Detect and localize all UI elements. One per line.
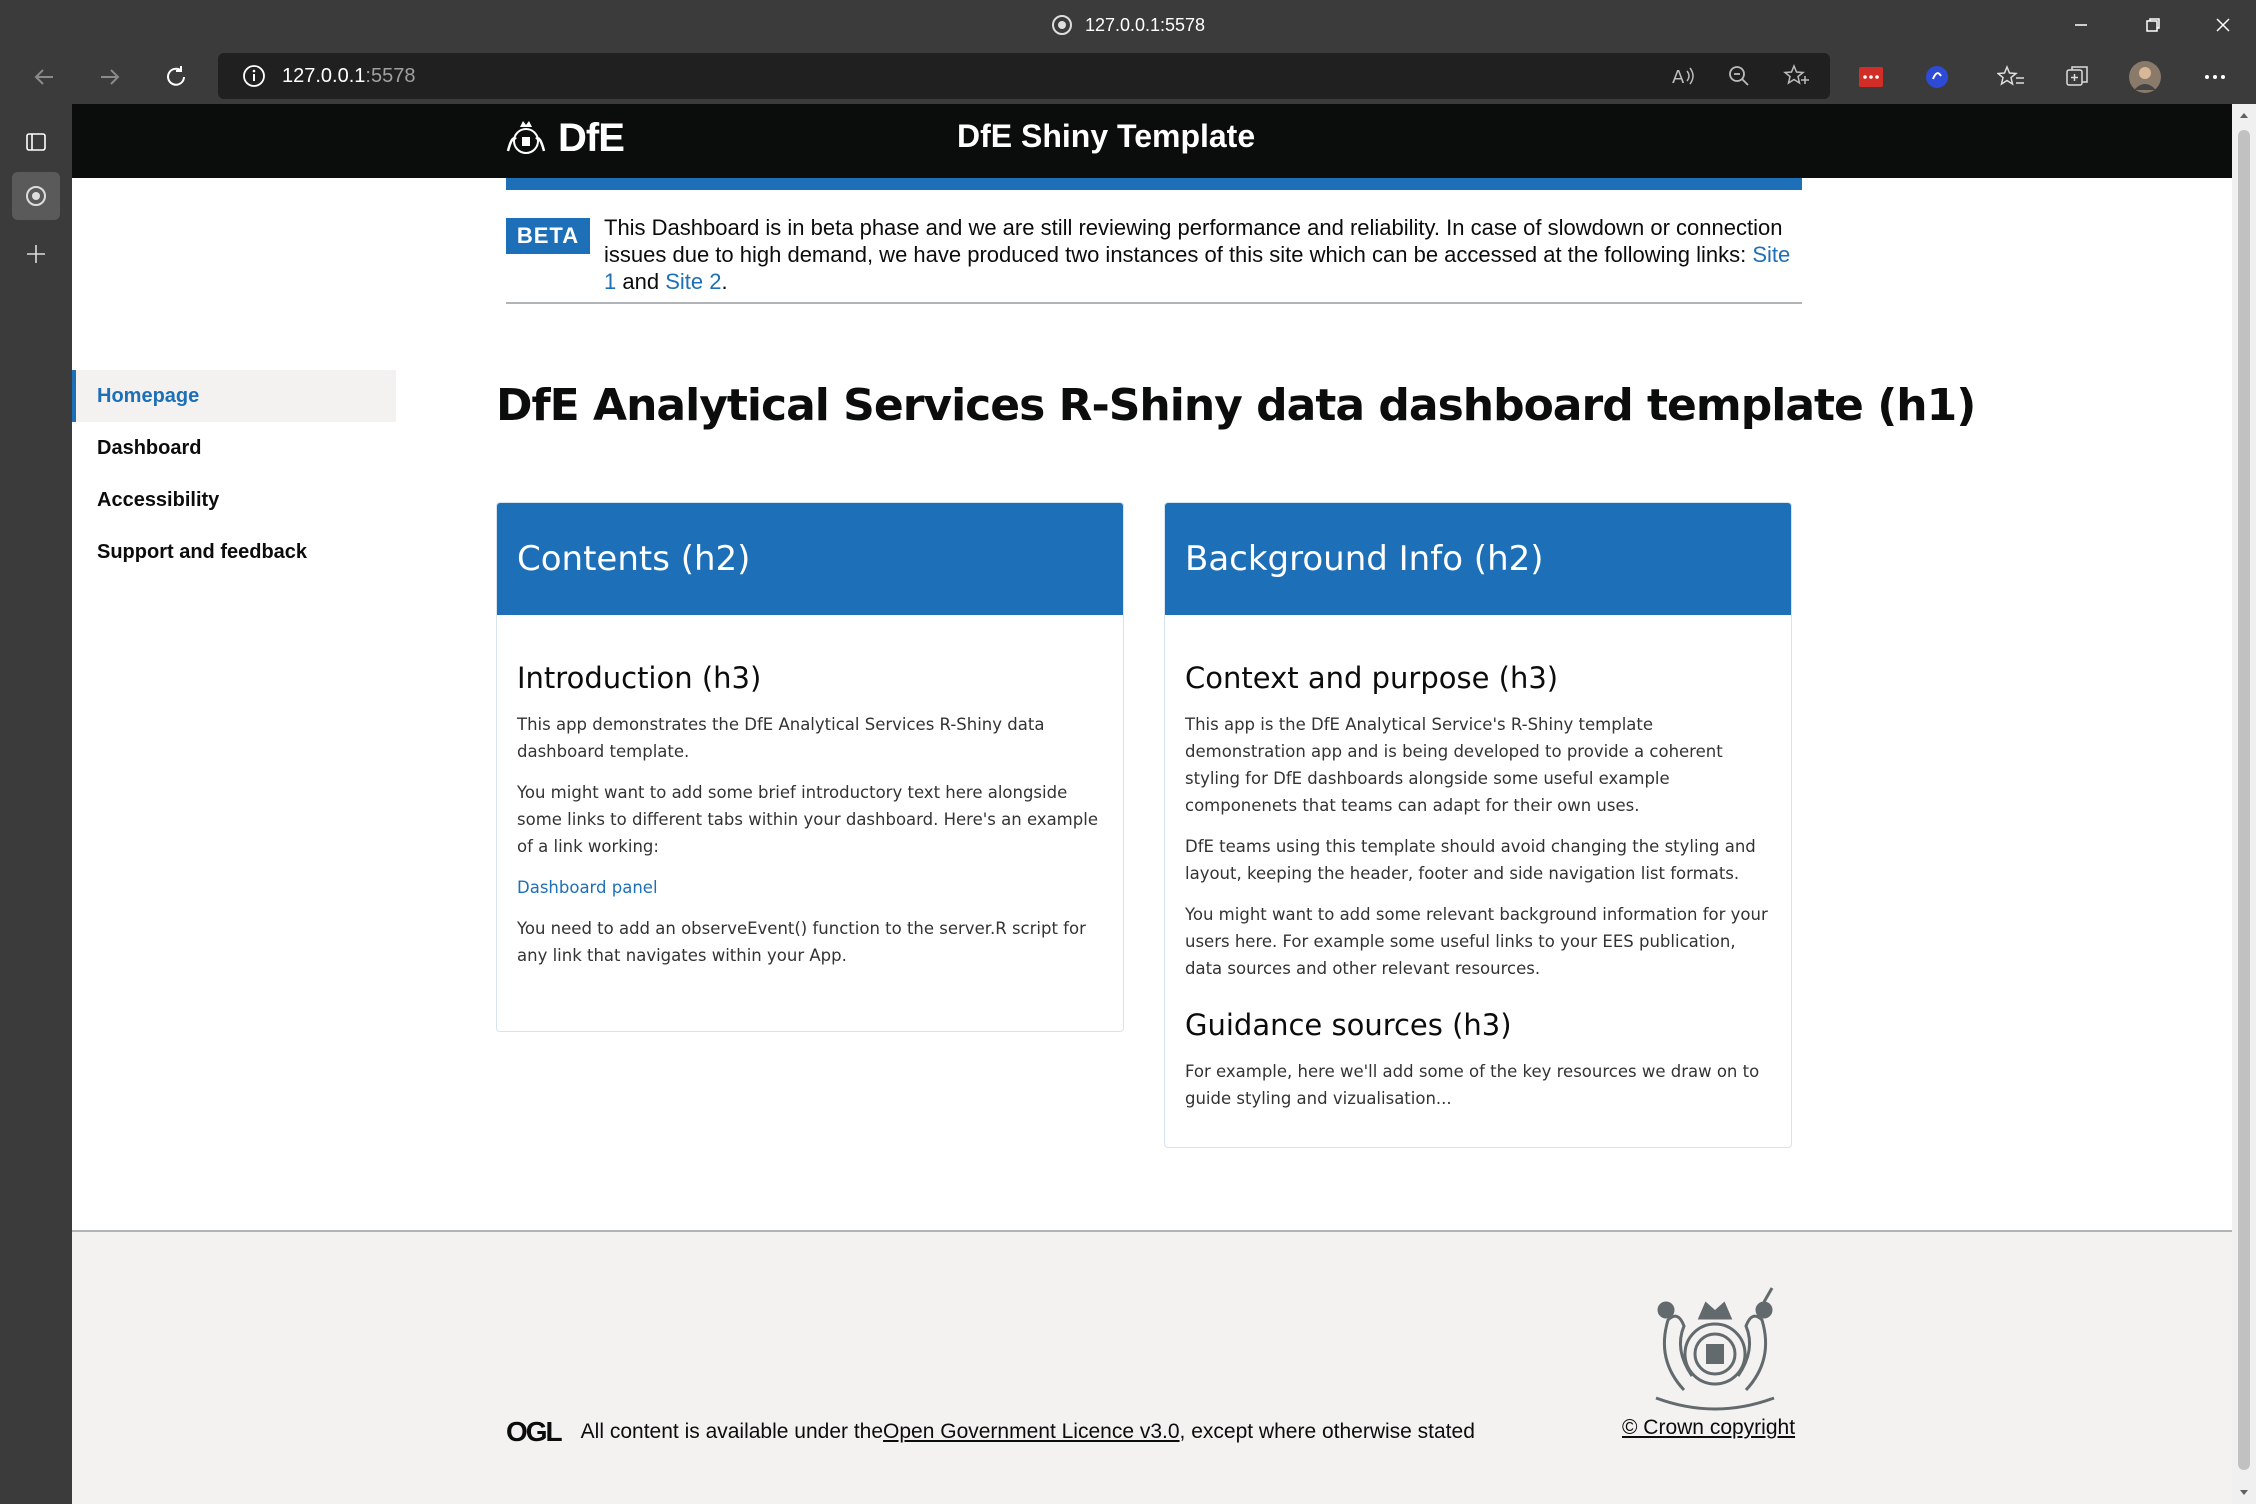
restore-button[interactable] bbox=[2120, 0, 2186, 50]
close-icon bbox=[2216, 18, 2230, 32]
new-tab-button[interactable] bbox=[12, 230, 60, 278]
nav-item-dashboard[interactable]: Dashboard bbox=[72, 422, 396, 474]
lastpass-icon bbox=[1859, 67, 1883, 87]
beta-banner-row: BETA This Dashboard is in beta phase and… bbox=[506, 190, 1802, 304]
minimize-button[interactable] bbox=[2048, 0, 2114, 50]
page-footer bbox=[72, 1230, 2232, 1504]
extension-lastpass-button[interactable] bbox=[1842, 50, 1900, 104]
guidance-paragraph: For example, here we'll add some of the … bbox=[1185, 1062, 1760, 1108]
context-paragraph-3: You might want to add some relevant back… bbox=[1185, 905, 1768, 978]
window-title-text: 127.0.0.1:5578 bbox=[1084, 14, 1206, 35]
nav-item-homepage[interactable]: Homepage bbox=[72, 370, 396, 422]
nav-item-support-and-feedback[interactable]: Support and feedback bbox=[72, 526, 396, 578]
scroll-down-arrow-icon[interactable] bbox=[2232, 1482, 2256, 1504]
service-name[interactable]: DfE Shiny Template bbox=[957, 118, 1255, 155]
dashboard-panel-link[interactable]: Dashboard panel bbox=[517, 878, 658, 897]
window-title: 127.0.0.1:5578 bbox=[0, 0, 2256, 50]
site-favicon-icon bbox=[1051, 15, 1072, 35]
licence-text-before: All content is available under the bbox=[580, 1420, 884, 1443]
site-info-icon[interactable] bbox=[242, 64, 266, 88]
context-purpose-heading: Context and purpose (h3) bbox=[1185, 661, 1559, 695]
beta-banner: BETA This Dashboard is in beta phase and… bbox=[506, 178, 1802, 304]
dfe-logo-text: DfE bbox=[558, 116, 625, 160]
licence-text-after: , except where otherwise stated bbox=[1179, 1420, 1475, 1443]
contents-card-heading: Contents (h2) bbox=[497, 503, 1123, 615]
page-scrollbar[interactable] bbox=[2232, 104, 2256, 1504]
footer-licence: OGL All content is available under the O… bbox=[506, 1416, 1475, 1448]
more-options-icon bbox=[2205, 75, 2225, 79]
tab-current[interactable] bbox=[12, 172, 60, 220]
forward-button[interactable] bbox=[80, 50, 140, 104]
refresh-icon bbox=[167, 66, 185, 86]
crest-icon bbox=[506, 120, 546, 154]
minimize-icon bbox=[2075, 24, 2087, 26]
zoom-out-icon[interactable] bbox=[1726, 63, 1752, 89]
add-favorite-icon[interactable] bbox=[1782, 63, 1810, 89]
site-favicon-icon bbox=[26, 186, 46, 206]
forward-arrow-icon bbox=[101, 69, 120, 85]
address-bar[interactable]: 127.0.0.1:5578 A bbox=[218, 53, 1830, 99]
vertical-tab-strip bbox=[0, 104, 72, 1504]
favorites-button[interactable] bbox=[1982, 50, 2040, 104]
back-arrow-icon bbox=[34, 69, 53, 85]
background-card-body: Context and purpose (h3) This app is the… bbox=[1165, 615, 1791, 1146]
intro-paragraph-2: You might want to add some brief introdu… bbox=[517, 783, 1098, 856]
browser-titlebar: 127.0.0.1:5578 bbox=[0, 0, 2256, 50]
guidance-sources-heading: Guidance sources (h3) bbox=[1185, 1008, 1512, 1042]
read-aloud-icon[interactable]: A bbox=[1670, 63, 1696, 89]
dfe-header: DfE DfE Shiny Template bbox=[72, 104, 2232, 178]
beta-tag: BETA bbox=[506, 218, 590, 254]
close-window-button[interactable] bbox=[2190, 0, 2256, 50]
dfe-logo-link[interactable]: DfE bbox=[504, 116, 625, 161]
extension-shield-icon bbox=[1926, 66, 1948, 88]
introduction-heading: Introduction (h3) bbox=[517, 661, 762, 695]
collections-icon bbox=[2066, 66, 2088, 86]
refresh-button[interactable] bbox=[146, 50, 206, 104]
context-paragraph-1: This app is the DfE Analytical Service's… bbox=[1185, 715, 1723, 815]
page-viewport: DfE DfE Shiny Template BETA This Dashboa… bbox=[72, 104, 2232, 1504]
extension-button[interactable] bbox=[1908, 50, 1966, 104]
contents-card-body: Introduction (h3) This app demonstrates … bbox=[497, 615, 1123, 1003]
ogl-logo: OGL bbox=[506, 1416, 563, 1447]
settings-menu-button[interactable] bbox=[2186, 50, 2244, 104]
tab-actions-icon bbox=[26, 133, 46, 151]
royal-coat-of-arms-icon bbox=[1655, 1287, 1775, 1411]
intro-paragraph-3: You need to add an observeEvent() functi… bbox=[517, 919, 1086, 965]
tab-actions-button[interactable] bbox=[12, 118, 60, 166]
svg-text:A: A bbox=[1672, 67, 1685, 88]
avatar bbox=[2129, 61, 2161, 93]
beta-message: This Dashboard is in beta phase and we a… bbox=[604, 215, 1791, 294]
collections-button[interactable] bbox=[2048, 50, 2106, 104]
site-2-link[interactable]: Site 2 bbox=[665, 269, 721, 294]
open-government-licence-link[interactable]: Open Government Licence v3.0 bbox=[883, 1420, 1180, 1444]
crown-copyright-link[interactable]: © Crown copyright bbox=[1622, 1416, 1795, 1440]
profile-button[interactable] bbox=[2116, 50, 2174, 104]
intro-paragraph-1: This app demonstrates the DfE Analytical… bbox=[517, 715, 1045, 761]
favorites-icon bbox=[1997, 65, 2024, 86]
address-bar-actions: A bbox=[1670, 53, 1810, 99]
scroll-up-arrow-icon[interactable] bbox=[2232, 104, 2256, 126]
back-button[interactable] bbox=[14, 50, 74, 104]
context-paragraph-2: DfE teams using this template should avo… bbox=[1185, 837, 1756, 883]
restore-icon bbox=[2146, 18, 2160, 32]
scrollbar-thumb[interactable] bbox=[2238, 130, 2250, 1470]
nav-item-accessibility[interactable]: Accessibility bbox=[72, 474, 396, 526]
side-navigation: Homepage Dashboard Accessibility Support… bbox=[72, 370, 396, 578]
browser-toolbar: 127.0.0.1:5578 A bbox=[0, 50, 2256, 104]
beta-banner-topbar bbox=[506, 178, 1802, 190]
background-info-card: Background Info (h2) Context and purpose… bbox=[1164, 502, 1792, 1148]
plus-icon bbox=[27, 245, 45, 263]
dashboard-panel-link-wrap: Dashboard panel bbox=[517, 874, 1103, 901]
url-text: 127.0.0.1:5578 bbox=[282, 64, 416, 87]
background-card-heading: Background Info (h2) bbox=[1165, 503, 1791, 615]
contents-card: Contents (h2) Introduction (h3) This app… bbox=[496, 502, 1124, 1032]
page-title: DfE Analytical Services R-Shiny data das… bbox=[496, 380, 1976, 431]
